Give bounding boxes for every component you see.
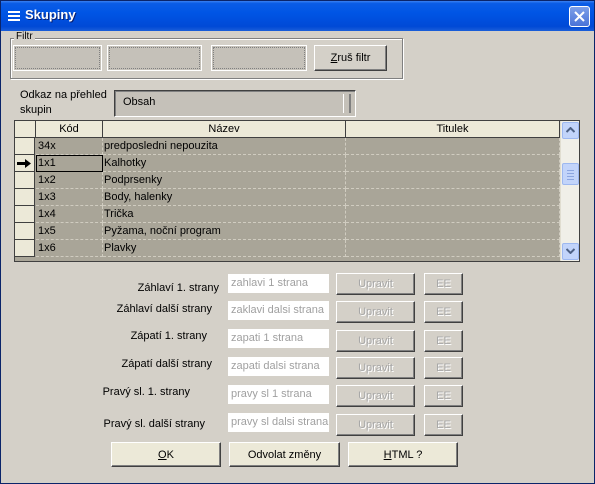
cell-nazev[interactable]: Kalhotky — [103, 155, 346, 172]
column-header-titulek[interactable]: Titulek — [346, 121, 560, 138]
column-header-kod[interactable]: Kód — [36, 121, 103, 138]
close-button[interactable] — [569, 6, 590, 27]
edit-button-6[interactable]: Upravit — [336, 414, 415, 436]
clear-filter-accel: Z — [330, 52, 338, 64]
hf-input-4[interactable]: zapati dalsi strana — [227, 356, 330, 377]
ee-button-5[interactable]: EE — [424, 385, 463, 407]
table-vertical-scrollbar[interactable] — [560, 121, 579, 261]
clear-filter-label: ruš filtr — [337, 52, 371, 64]
ee-button-4[interactable]: EE — [424, 357, 463, 379]
hf-input-5[interactable]: pravy sl 1 strana — [227, 384, 330, 405]
overview-link-value: Obsah — [123, 96, 156, 108]
hf-input-1[interactable]: zahlavi 1 strana — [227, 273, 330, 294]
cell-titulek[interactable] — [346, 138, 560, 155]
row-selector[interactable] — [15, 138, 35, 155]
row-selector[interactable] — [15, 172, 35, 189]
table-row[interactable]: 34x predposledni nepouzita — [15, 138, 560, 155]
table-row[interactable]: 1x3 Body, halenky — [15, 189, 560, 206]
cell-kod[interactable]: 1x6 — [36, 240, 103, 257]
page-setup-section: Záhlaví 1. strany zahlavi 1 strana Uprav… — [1, 273, 595, 443]
header-selector — [15, 121, 36, 138]
cancel-changes-label: Odvolat změny — [247, 448, 322, 461]
ee-button-2[interactable]: EE — [424, 301, 463, 323]
cell-nazev[interactable]: Plavky — [103, 240, 346, 257]
cell-titulek[interactable] — [346, 172, 560, 189]
edit-button-3[interactable]: Upravit — [336, 330, 415, 352]
scroll-thumb[interactable] — [562, 163, 579, 185]
cell-titulek[interactable] — [346, 189, 560, 206]
scroll-down-icon — [566, 248, 575, 254]
cell-nazev[interactable]: Pyžama, noční program — [103, 223, 346, 240]
hf-label-5: Pravý sl. 1. strany — [102, 386, 190, 398]
ee-button-6[interactable]: EE — [424, 414, 463, 436]
html-accel: H — [383, 448, 392, 461]
ok-button[interactable]: OK — [111, 442, 221, 467]
table-row[interactable]: 1x5 Pyžama, noční program — [15, 223, 560, 240]
cell-titulek[interactable] — [346, 206, 560, 223]
hf-input-2[interactable]: zaklavi dalsi strana — [227, 300, 330, 321]
menu-icon[interactable] — [7, 9, 21, 23]
ee-button-1[interactable]: EE — [424, 273, 463, 295]
overview-link-label: Odkaz na přehled skupin — [20, 89, 107, 116]
cell-kod[interactable]: 1x3 — [36, 189, 103, 206]
filter-field-3[interactable] — [211, 45, 307, 71]
table-row[interactable]: 1x1 Kalhotky — [15, 155, 560, 172]
hf-label-4: Zápatí další strany — [121, 358, 213, 370]
row-selector[interactable] — [15, 155, 35, 172]
column-header-nazev[interactable]: Název — [103, 121, 346, 138]
table-row[interactable]: 1x4 Trička — [15, 206, 560, 223]
hf-input-3[interactable]: zapati 1 strana — [227, 328, 330, 349]
cell-titulek[interactable] — [346, 240, 560, 257]
cell-nazev[interactable]: predposledni nepouzita — [103, 138, 346, 155]
cancel-changes-button[interactable]: Odvolat změny — [229, 442, 340, 467]
row-selector[interactable] — [15, 206, 35, 223]
overview-link-field[interactable]: Obsah — [114, 90, 356, 117]
cell-nazev[interactable]: Podprsenky — [103, 172, 346, 189]
edit-button-2[interactable]: Upravit — [336, 301, 415, 323]
scroll-up-button[interactable] — [562, 122, 579, 139]
hf-label-2: Záhlaví další strany — [116, 303, 212, 315]
cell-kod[interactable]: 1x5 — [36, 223, 103, 240]
window-title: Skupiny — [25, 7, 76, 22]
hf-input-6[interactable]: pravy sl dalsi strana — [227, 412, 330, 433]
clear-filter-button[interactable]: Zruš filtr — [314, 45, 387, 71]
cell-kod[interactable]: 34x — [36, 138, 103, 155]
dialog-window: Skupiny Filtr Zruš filtr Odkaz na přehle… — [0, 0, 595, 484]
row-selector[interactable] — [15, 223, 35, 240]
hf-label-6: Pravý sl. další strany — [103, 418, 205, 430]
scroll-up-icon — [566, 127, 575, 133]
groups-table[interactable]: Kód Název Titulek 34x predposledni nepou… — [14, 120, 580, 262]
table-row[interactable]: 1x2 Podprsenky — [15, 172, 560, 189]
cell-kod[interactable]: 1x2 — [36, 172, 103, 189]
html-label: TML ? — [391, 448, 423, 461]
ee-button-3[interactable]: EE — [424, 330, 463, 352]
filter-legend: Filtr — [14, 31, 35, 42]
record-pointer-icon — [17, 159, 31, 168]
cell-kod[interactable]: 1x4 — [36, 206, 103, 223]
cell-nazev[interactable]: Body, halenky — [103, 189, 346, 206]
edit-button-4[interactable]: Upravit — [336, 357, 415, 379]
edit-button-5[interactable]: Upravit — [336, 385, 415, 407]
cell-kod[interactable]: 1x1 — [36, 155, 103, 172]
ok-label: K — [166, 448, 174, 461]
html-help-button[interactable]: H TML ? — [348, 442, 458, 467]
cell-titulek[interactable] — [346, 155, 560, 172]
row-selector[interactable] — [15, 240, 35, 257]
filter-field-2[interactable] — [107, 45, 202, 71]
row-selector[interactable] — [15, 189, 35, 206]
field-edge — [343, 94, 351, 113]
hf-label-1: Záhlaví 1. strany — [137, 282, 219, 294]
table-row[interactable]: 1x6 Plavky — [15, 240, 560, 257]
ok-accel: O — [158, 448, 167, 461]
scroll-down-button[interactable] — [562, 243, 579, 260]
filter-field-1[interactable] — [13, 45, 102, 71]
close-icon — [574, 11, 585, 22]
edit-button-1[interactable]: Upravit — [336, 273, 415, 295]
title-bar[interactable]: Skupiny — [1, 1, 594, 31]
hf-label-3: Zápatí 1. strany — [130, 330, 207, 342]
table-header: Kód Název Titulek — [15, 121, 560, 138]
cell-nazev[interactable]: Trička — [103, 206, 346, 223]
cell-titulek[interactable] — [346, 223, 560, 240]
